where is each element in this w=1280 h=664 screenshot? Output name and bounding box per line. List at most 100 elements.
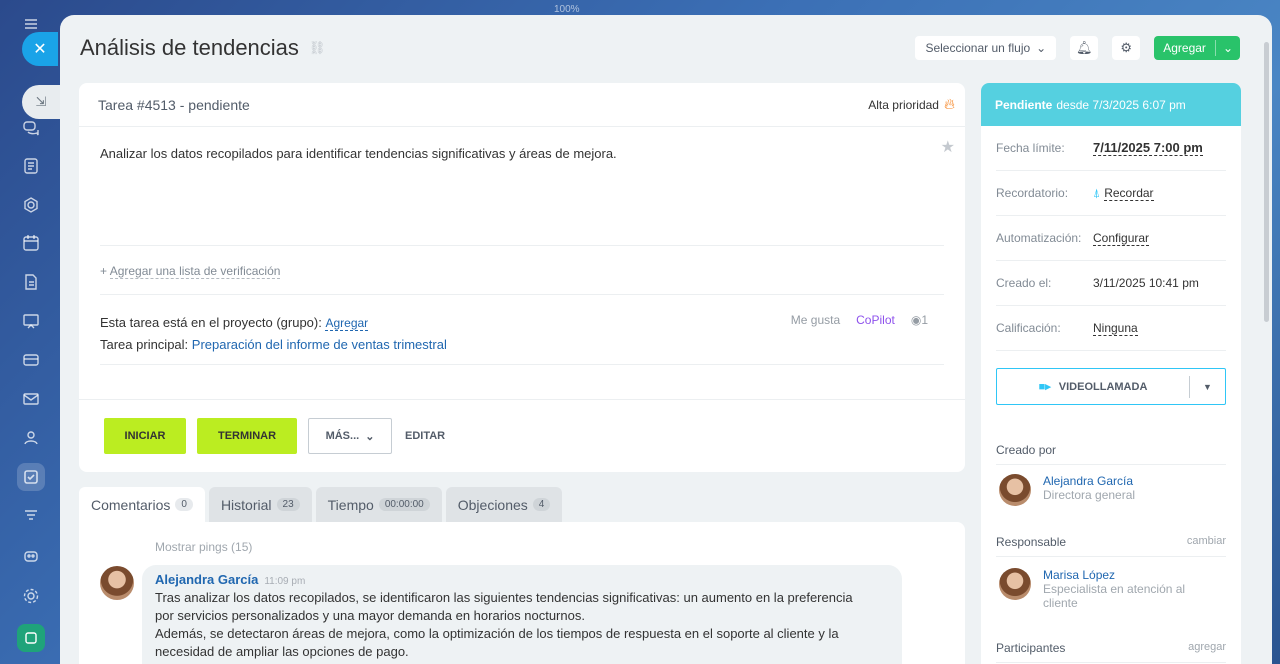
reminder-label: Recordatorio: (996, 186, 1069, 200)
add-checklist[interactable]: + Agregar una lista de verificación (100, 264, 281, 279)
tab-time[interactable]: Tiempo 00:00:00 (315, 487, 442, 522)
responsible-name[interactable]: Marisa López (1043, 568, 1203, 582)
participants-label: Participantes (996, 641, 1066, 655)
start-button[interactable]: INICIAR (104, 418, 186, 454)
views-counter: ◉1 (911, 313, 928, 327)
chevron-down-icon[interactable]: ⌄ (1214, 40, 1240, 56)
parent-task-link[interactable]: Preparación del informe de ventas trimes… (192, 337, 447, 352)
star-icon[interactable]: ★ (941, 137, 955, 157)
change-responsible-link[interactable]: cambiar (1187, 535, 1226, 556)
chevron-down-icon[interactable]: ▼ (1189, 375, 1225, 398)
project-add-link[interactable]: Agregar (325, 316, 369, 331)
comment-line: Además, se detectaron áreas de mejora, c… (155, 626, 839, 641)
creator-name[interactable]: Alejandra García (1043, 474, 1203, 488)
tab-count: 23 (276, 498, 300, 511)
app-icon[interactable] (17, 624, 45, 652)
presentation-icon[interactable] (17, 307, 45, 335)
copilot-button[interactable]: CoPilot (856, 313, 895, 327)
rating-label: Calificación: (996, 321, 1061, 335)
add-button-label: Agregar (1163, 41, 1206, 55)
priority-badge[interactable]: Alta prioridad 🔥︎ (868, 96, 955, 113)
more-button[interactable]: MÁS... ⌄ (308, 418, 392, 454)
finish-button[interactable]: TERMINAR (197, 418, 297, 454)
task-description: Analizar los datos recopilados para iden… (100, 146, 617, 161)
link-icon[interactable]: ⛓ (309, 40, 326, 56)
avatar[interactable] (100, 566, 134, 600)
deadline-value[interactable]: 7/11/2025 7:00 pm (1093, 140, 1203, 156)
header-actions: Seleccionar un flujo ⌄ 🔔︎ ⚙ Agregar ⌄ (915, 36, 1240, 60)
reactions: Me gusta CoPilot ◉1 (791, 313, 928, 327)
created-by-section: Creado por (996, 443, 1226, 465)
reminder-row: Recordatorio: ⍋ Recordar (996, 171, 1226, 216)
task-header: Análisis de tendencias ⛓ (80, 35, 325, 61)
bell-icon: ⍋ (1093, 185, 1101, 200)
rating-value[interactable]: Ninguna (1093, 321, 1138, 336)
tab-label: Comentarios (91, 496, 171, 513)
created-label: Creado el: (996, 276, 1052, 290)
responsible-role: Especialista en atención al cliente (1043, 582, 1186, 610)
deadline-row: Fecha límite: 7/11/2025 7:00 pm (996, 126, 1226, 171)
tasks-icon[interactable] (17, 463, 45, 491)
eye-icon: ◉ (910, 313, 922, 327)
feed-icon[interactable] (17, 152, 45, 180)
filter-icon[interactable] (17, 502, 45, 530)
target-icon[interactable] (17, 191, 45, 219)
document-icon[interactable] (17, 268, 45, 296)
comment-text: Tras analizar los datos recopilados, se … (155, 589, 889, 661)
zoom-level: 100% (554, 4, 580, 15)
calendar-icon[interactable] (17, 229, 45, 257)
card-icon[interactable] (17, 346, 45, 374)
responsible-section: Responsable cambiar (996, 535, 1226, 557)
video-call-button[interactable]: ■▸ VIDEOLLAMADA ▼ (996, 368, 1226, 405)
automation-label: Automatización: (996, 231, 1082, 245)
comment-author[interactable]: Alejandra García (155, 572, 258, 587)
robot-icon[interactable] (17, 541, 45, 569)
scrollbar-thumb[interactable] (1264, 42, 1269, 322)
scrollbar[interactable] (1264, 30, 1270, 664)
project-info: Esta tarea está en el proyecto (grupo): … (100, 312, 447, 355)
automation-link[interactable]: Configurar (1093, 231, 1150, 246)
task-sidebar: Pendiente desde 7/3/2025 6:07 pm Fecha lí… (981, 83, 1241, 664)
status-label: Pendiente (995, 97, 1053, 112)
collapse-icon[interactable]: ⇲ (22, 85, 60, 119)
mail-icon[interactable] (17, 385, 45, 413)
responsible-person: Marisa López Especialista en atención al … (999, 568, 1203, 610)
reminder-link[interactable]: Recordar (1104, 186, 1154, 201)
add-participant-link[interactable]: agregar (1188, 641, 1226, 662)
creator-role: Directora general (1043, 488, 1136, 502)
comment-line: por servicios personalizados y una mayor… (155, 608, 585, 623)
more-button-label: MÁS... (325, 430, 360, 442)
tab-label: Tiempo (327, 496, 374, 513)
show-pings-link[interactable]: Mostrar pings (15) (155, 540, 252, 554)
avatar[interactable] (999, 568, 1031, 600)
close-icon[interactable]: ✕ (22, 32, 58, 66)
chevron-down-icon: ⌄ (365, 430, 375, 443)
like-button[interactable]: Me gusta (791, 313, 840, 327)
add-checklist-link[interactable]: Agregar una lista de verificación (109, 264, 281, 279)
tab-comments[interactable]: Comentarios 0 (79, 487, 205, 522)
comment-line: necesidad de ampliar las opciones de pag… (155, 644, 409, 659)
edit-button[interactable]: EDITAR (405, 430, 445, 442)
status-since: desde 7/3/2025 6:07 pm (1056, 97, 1186, 112)
divider (100, 364, 944, 365)
flow-select[interactable]: Seleccionar un flujo ⌄ (915, 36, 1057, 60)
bell-icon[interactable]: 🔔︎ (1070, 36, 1099, 60)
tab-history[interactable]: Historial 23 (208, 487, 312, 522)
created-by-label: Creado por (996, 443, 1057, 457)
rating-row: Calificación: Ninguna (996, 306, 1226, 351)
comment-time: 11:09 pm (264, 576, 306, 587)
comments-feed: Mostrar pings (15) Alejandra García 11:09… (79, 522, 965, 664)
avatar[interactable] (999, 474, 1031, 506)
priority-label: Alta prioridad (868, 97, 939, 112)
tab-label: Historial (220, 496, 272, 513)
participants-section: Participantes agregar (996, 641, 1226, 663)
add-button[interactable]: Agregar ⌄ (1154, 36, 1240, 60)
tab-objections[interactable]: Objeciones 4 (445, 487, 563, 522)
plus-icon: + (100, 264, 108, 278)
tab-label: Objeciones (457, 496, 528, 513)
tab-count: 0 (175, 498, 193, 511)
contacts-icon[interactable] (17, 424, 45, 452)
settings-icon[interactable] (17, 582, 45, 610)
gear-icon[interactable]: ⚙ (1112, 36, 1141, 60)
comment-line: Tras analizar los datos recopilados, se … (155, 590, 853, 605)
